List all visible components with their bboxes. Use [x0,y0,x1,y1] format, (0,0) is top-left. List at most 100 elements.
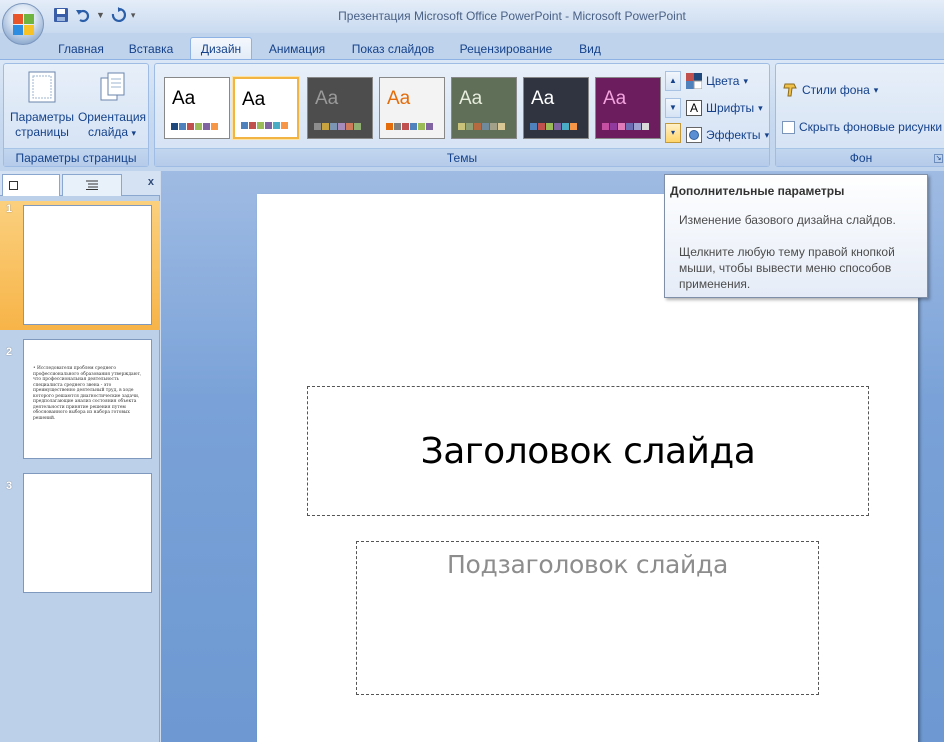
subtitle-placeholder[interactable]: Подзаголовок слайда [356,541,819,695]
color-swatch [546,123,553,130]
color-swatch [626,123,633,130]
themes-group-label: Темы [155,148,769,166]
orientation-dropdown-icon: ▾ [131,128,136,138]
office-logo-icon [13,14,34,35]
color-swatch [562,123,569,130]
effects-icon [686,127,702,143]
theme-thumbnail-2[interactable]: Aa [233,77,299,139]
orientation-label-1: Ориентация [77,110,147,124]
color-swatch [241,122,248,129]
theme-thumbnail-3[interactable]: Aa [307,77,373,139]
page-setup-button[interactable]: Параметры страницы [7,70,77,140]
outline-tab-icon [86,179,98,193]
theme-thumbnail-1[interactable]: Aa [164,77,230,139]
title-bar: ▼ ▾ Презентация Microsoft Office PowerPo… [0,0,944,33]
color-swatch [538,123,545,130]
slide-orientation-button[interactable]: Ориентация слайда ▾ [76,70,148,141]
hide-background-checkbox[interactable] [782,120,795,134]
color-swatch [642,123,649,130]
color-swatch [530,123,537,130]
ribbon-tabs: Главная Вставка Дизайн Анимация Показ сл… [0,33,944,60]
close-pane-icon[interactable]: x [148,176,154,188]
theme-sample-text: Aa [242,89,266,110]
page-setup-group: Параметры страницы Ориентация слайда ▾ П… [3,63,149,167]
slide-thumbnail-image: • Исследователи проблем среднего професс… [23,339,152,459]
theme-color-swatches [386,123,433,130]
slide-thumbnail-2[interactable]: 2 • Исследователи проблем среднего профе… [0,336,160,462]
theme-color-swatches [241,122,288,129]
color-swatch [634,123,641,130]
slide-number: 1 [6,203,13,215]
theme-sample-text: Aa [315,88,339,109]
orientation-icon [95,70,129,104]
office-button[interactable] [2,3,44,45]
hide-background-graphics[interactable]: Скрыть фоновые рисунки [782,120,942,134]
gallery-scroll-down-button[interactable]: ▼ [665,98,681,118]
fonts-dropdown-icon: ▾ [758,102,763,113]
color-swatch [602,123,609,130]
gallery-scroll-up-button[interactable]: ▲ [665,71,681,91]
background-styles-button[interactable]: Стили фона ▾ [782,82,878,98]
tab-view[interactable]: Вид [570,37,610,60]
page-setup-icon [25,70,59,104]
theme-thumbnail-6[interactable]: Aa [523,77,589,139]
theme-thumbnail-4[interactable]: Aa [379,77,445,139]
theme-sample-text: Aa [172,88,196,109]
themes-group: Aa Aa Aa Aa Aa Aa Aa ▲ ▼ ▾ Цвета ▾ A Шрифты ▾ … [154,63,770,167]
tab-home[interactable]: Главная [50,37,112,60]
background-group-label: Фон [776,148,944,166]
hide-background-label: Скрыть фоновые рисунки [799,120,943,134]
color-swatch [322,123,329,130]
color-swatch [338,123,345,130]
page-setup-group-label: Параметры страницы [4,148,148,166]
background-group: Стили фона ▾ Скрыть фоновые рисунки Фон … [775,63,944,167]
tab-slides[interactable] [2,174,60,196]
tab-review[interactable]: Рецензирование [450,37,562,60]
tab-slideshow[interactable]: Показ слайдов [344,37,442,60]
colors-button[interactable]: Цвета ▾ [686,73,748,90]
gallery-more-button[interactable]: ▾ [665,123,681,143]
page-setup-label-1: Параметры [10,110,74,124]
tab-animation[interactable]: Анимация [260,37,334,60]
color-swatch [386,123,393,130]
background-styles-icon [782,82,798,98]
color-swatch [346,123,353,130]
color-swatch [410,123,417,130]
background-styles-dropdown-icon: ▾ [873,84,879,95]
slide-thumbnail-1[interactable]: 1 [0,201,160,330]
colors-label: Цвета [706,74,740,88]
theme-color-swatches [314,123,361,130]
color-swatch [187,123,194,130]
color-swatch [394,123,401,130]
color-swatch [314,123,321,130]
color-swatch [418,123,425,130]
orientation-label-2: слайда [88,125,129,139]
fonts-button[interactable]: A Шрифты ▾ [686,100,763,116]
effects-dropdown-icon: ▾ [764,129,770,140]
tab-insert[interactable]: Вставка [120,37,182,60]
theme-color-swatches [602,123,649,130]
color-swatch [482,123,489,130]
effects-button[interactable]: Эффекты ▾ [686,127,769,143]
tooltip-title: Дополнительные параметры [670,184,845,198]
title-placeholder[interactable]: Заголовок слайда [307,386,869,516]
slides-pane: x 1 2 • Исследователи проблем среднего п… [0,171,160,742]
background-dialog-launcher-icon[interactable]: ↘ [934,154,943,163]
theme-thumbnail-7[interactable]: Aa [595,77,661,139]
theme-sample-text: Aa [459,88,483,109]
tab-outline[interactable] [62,174,122,196]
slide-number: 3 [6,480,13,492]
colors-icon [686,73,703,90]
color-swatch [466,123,473,130]
color-swatch [402,123,409,130]
tab-design[interactable]: Дизайн [190,37,252,60]
theme-color-swatches [530,123,577,130]
window-title: Презентация Microsoft Office PowerPoint … [338,9,686,23]
color-swatch [426,123,433,130]
slide-thumbnail-3[interactable]: 3 [0,471,160,597]
color-swatch [273,122,280,129]
slides-pane-tabs: x [0,171,160,196]
color-swatch [249,122,256,129]
theme-thumbnail-5[interactable]: Aa [451,77,517,139]
color-swatch [257,122,264,129]
